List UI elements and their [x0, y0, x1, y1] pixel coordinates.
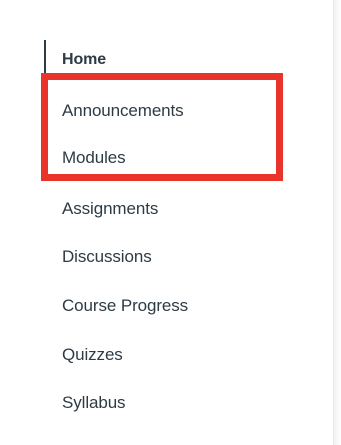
nav-item-quizzes[interactable]: Quizzes [62, 345, 123, 365]
nav-item-announcements[interactable]: Announcements [62, 101, 184, 121]
nav-item-course-progress[interactable]: Course Progress [62, 296, 188, 316]
active-item-indicator [44, 40, 46, 76]
nav-item-syllabus[interactable]: Syllabus [62, 393, 126, 413]
nav-item-discussions[interactable]: Discussions [62, 247, 152, 267]
nav-item-home[interactable]: Home [62, 50, 106, 70]
nav-item-modules[interactable]: Modules [62, 148, 126, 168]
panel-divider [333, 0, 341, 445]
nav-item-assignments[interactable]: Assignments [62, 199, 158, 219]
course-navigation-panel: Home Announcements Modules Assignments D… [0, 0, 341, 445]
